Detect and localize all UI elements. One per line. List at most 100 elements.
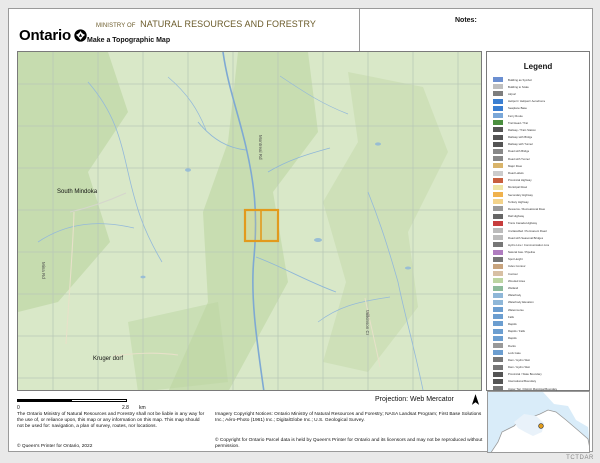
legend-swatch <box>493 127 503 133</box>
legend-item: Unclassified / Permanent Road <box>493 227 585 234</box>
projection-label: Projection: Web Mercator <box>375 396 454 403</box>
legend-item: Natural Gas / Pipeline <box>493 249 585 256</box>
logo-word: Ontario <box>19 27 71 44</box>
legend-item: Hydro Line / Communication Line <box>493 241 585 248</box>
legend-item: Municipal Road <box>493 184 585 191</box>
legend-label: Major Road <box>508 163 523 168</box>
legend-label: Wetland <box>508 286 519 291</box>
north-arrow-icon <box>471 394 480 405</box>
footer: 0 2.8 km Projection: Web Mercator The On… <box>9 391 592 453</box>
legend-label: Trans Canada Highway <box>508 221 538 226</box>
notes-box[interactable]: Notes: <box>359 9 594 55</box>
legend-label: Waterbody Elevation <box>508 300 534 305</box>
legend-swatch <box>493 278 503 284</box>
legend-item: Road with Bridge <box>493 148 585 155</box>
parcel-outline[interactable] <box>243 208 280 243</box>
place-label-kruger-dorf: Kruger dorf <box>93 356 124 362</box>
legend-swatch <box>493 307 503 313</box>
legend-swatch <box>493 156 503 162</box>
legend-label: Ferry Route <box>508 113 523 118</box>
legend-item: Lock Gate <box>493 349 585 356</box>
copyright-text: © Queen's Printer for Ontario, 2022 <box>17 444 93 449</box>
legend-item: Building to Scale <box>493 83 585 90</box>
legend-swatch <box>493 285 503 291</box>
legend-label: Rapids <box>508 336 517 341</box>
legend-item: Spot Height <box>493 256 585 263</box>
legend-swatch <box>493 113 503 119</box>
legend-swatch <box>493 256 503 262</box>
locator-map-svg <box>488 392 589 452</box>
road-label-wilkinson-cr: Wilkinson Cr <box>365 310 370 336</box>
legend-item: Road with Tunnel <box>493 155 585 162</box>
legend-swatch <box>493 271 503 277</box>
legend-swatch <box>493 105 503 111</box>
legend-swatch <box>493 299 503 305</box>
legend-label: Railway / Train Station <box>508 127 536 132</box>
legend-item: Wetland <box>493 284 585 291</box>
legend-swatch <box>493 343 503 349</box>
legend-label: Rail Highway <box>508 214 525 219</box>
legend-label: Dam / Hydro Weir <box>508 357 531 362</box>
legend-item: Rapids / Falls <box>493 328 585 335</box>
legend-item: Trans Canada Highway <box>493 220 585 227</box>
legend-item: Provincial Highway <box>493 177 585 184</box>
legend-label: Railway with Bridge <box>508 135 533 140</box>
legend-label: Heliport / Helipad / Aerodrome <box>508 99 546 104</box>
legend-swatch <box>493 242 503 248</box>
header: Ontario MINISTRY OF NATURAL RESOURCES AN… <box>9 9 592 55</box>
legend-label: Contour <box>508 271 518 276</box>
legend-item: Waterbody Elevation <box>493 299 585 306</box>
road-label-mina-rd: Mina Rd <box>41 262 46 279</box>
legend-swatch <box>493 328 503 334</box>
legend-label: International Boundary <box>508 379 537 384</box>
legend-label: Seaplane Base <box>508 106 527 111</box>
legend-item: Ferry Route <box>493 112 585 119</box>
scale-end: 2.8 <box>122 405 129 411</box>
legend-label: Index Contour <box>508 264 526 269</box>
legend-swatch <box>493 134 503 140</box>
scale-track <box>17 399 127 402</box>
ministry-prefix: MINISTRY OF <box>96 23 136 29</box>
legend-swatch <box>493 364 503 370</box>
legend-item: Contour <box>493 270 585 277</box>
legend-item: Dam / Hydro Weir <box>493 364 585 371</box>
legend-swatch <box>493 148 503 154</box>
legend-swatch <box>493 163 503 169</box>
legend-item: Airport <box>493 90 585 97</box>
legend-swatch <box>493 350 503 356</box>
legend-item: Trail Head / Trail <box>493 119 585 126</box>
legend-label: Provincial Highway <box>508 178 532 183</box>
topographic-map[interactable] <box>18 52 482 391</box>
legend-swatch <box>493 192 503 198</box>
legend-item: Falls <box>493 313 585 320</box>
legend-label: Natural Gas / Pipeline <box>508 250 536 255</box>
map-sheet: Ontario MINISTRY OF NATURAL RESOURCES AN… <box>8 8 593 453</box>
legend-title: Legend <box>523 62 553 71</box>
legend-item: Index Contour <box>493 263 585 270</box>
legend-swatch <box>493 91 503 97</box>
scale-unit: km <box>139 405 146 411</box>
ministry-name: MINISTRY OF NATURAL RESOURCES AND FOREST… <box>96 19 316 29</box>
trillium-icon <box>74 29 87 42</box>
legend-item: Railway with Bridge <box>493 134 585 141</box>
legend-label: Waterbody <box>508 293 522 298</box>
legend-label: Trail Head / Trail <box>508 120 529 125</box>
legend-item: Rapids <box>493 320 585 327</box>
legend-label: Hydro Line / Communication Line <box>508 242 550 247</box>
legend-item: Rocks <box>493 342 585 349</box>
map-frame[interactable]: South Mindoka Kruger dorf Mina Rd Montre… <box>17 51 482 391</box>
legend-swatch <box>493 292 503 298</box>
legend-swatch <box>493 177 503 183</box>
legend-label: Road with Seasonal Bridges <box>508 235 544 240</box>
legend-label: Municipal Road <box>508 185 528 190</box>
legend-list: Building as Symbol Building to Scale Air… <box>493 76 585 443</box>
legend-item: Watercourse <box>493 306 585 313</box>
legend-item: Waterbody <box>493 292 585 299</box>
legend-label: Rocks <box>508 343 516 348</box>
legend-swatch <box>493 220 503 226</box>
legend-label: Watercourse <box>508 307 524 312</box>
ontario-logo: Ontario <box>19 27 87 44</box>
legend-label: Railway with Tunnel <box>508 142 533 147</box>
legend-label: Spot Height <box>508 257 523 262</box>
legend-item: Seaplane Base <box>493 105 585 112</box>
